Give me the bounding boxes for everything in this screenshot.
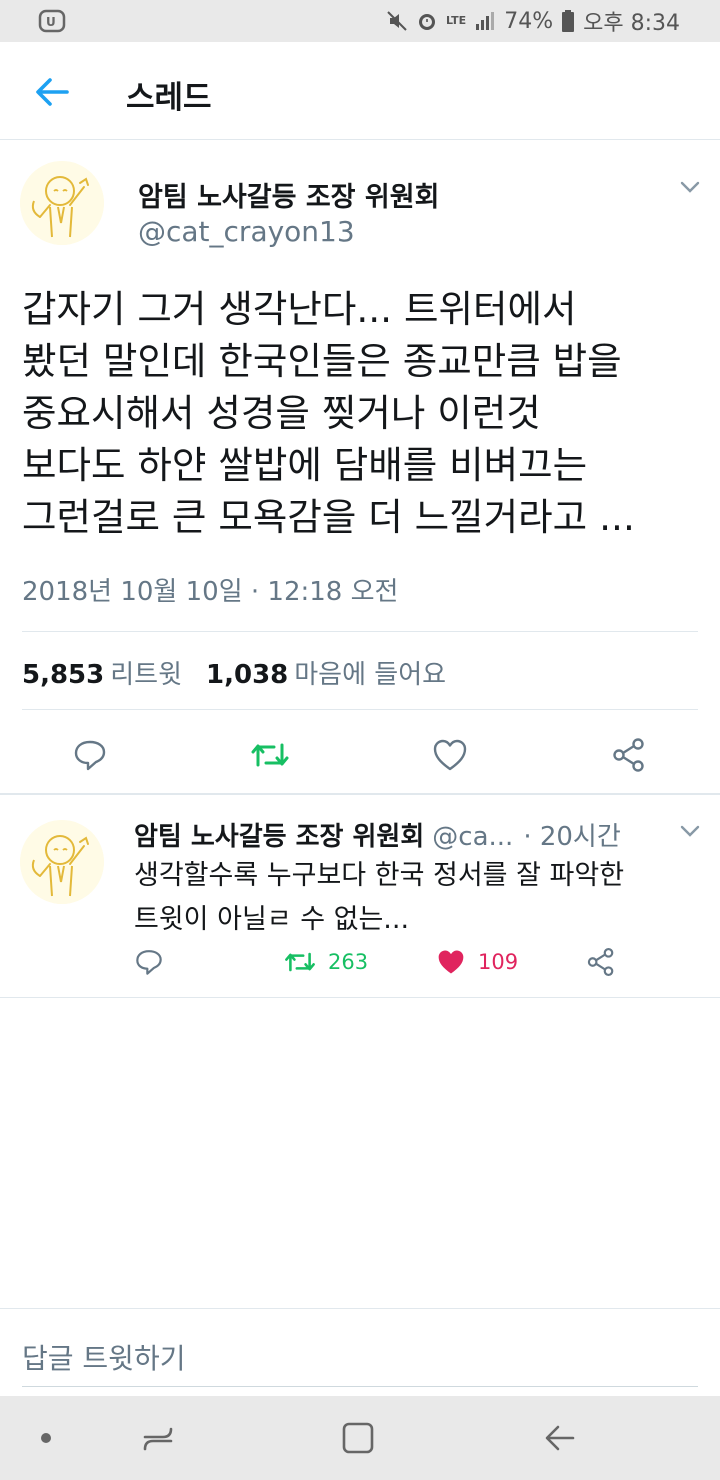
clock: 오후 8:34 bbox=[583, 11, 680, 36]
network-type: LTE bbox=[445, 14, 467, 27]
reply-header: 암팀 노사갈등 조장 위원회 @ca... · 20시간 bbox=[134, 816, 621, 853]
retweet-count: 263 bbox=[328, 950, 369, 974]
chevron-down-icon bbox=[680, 181, 700, 193]
retweet-button[interactable] bbox=[250, 735, 290, 775]
reply-button[interactable] bbox=[134, 942, 164, 982]
retweet-icon bbox=[251, 743, 289, 767]
app-logo-icon: U bbox=[38, 9, 66, 33]
tweet-actions bbox=[0, 721, 720, 793]
author-handle[interactable]: @ca... bbox=[432, 822, 513, 852]
status-bar: U LTE 74% 오후 8:34 bbox=[0, 0, 720, 42]
tweet-actions: 263 109 bbox=[0, 942, 720, 986]
reply-icon bbox=[74, 740, 106, 771]
arrow-left-icon bbox=[36, 78, 69, 106]
recent-apps-icon bbox=[143, 1427, 173, 1451]
home-icon bbox=[342, 1422, 374, 1454]
reply-icon bbox=[136, 950, 162, 975]
author-name[interactable]: 암팀 노사갈등 조장 위원회 bbox=[134, 816, 424, 853]
recent-apps-button[interactable] bbox=[136, 1416, 180, 1460]
retweet-label[interactable]: 리트윗 bbox=[110, 654, 182, 691]
page-title: 스레드 bbox=[126, 80, 212, 116]
share-button[interactable] bbox=[609, 735, 649, 775]
tweet-menu-button[interactable] bbox=[675, 816, 705, 846]
divider bbox=[22, 709, 698, 710]
svg-text:U: U bbox=[46, 15, 56, 29]
mute-icon bbox=[386, 10, 408, 32]
like-button[interactable] bbox=[430, 735, 470, 775]
tweet-menu-button[interactable] bbox=[675, 172, 705, 202]
chevron-down-icon bbox=[680, 825, 700, 837]
app-header: 스레드 bbox=[0, 42, 720, 140]
retweet-button[interactable]: 263 bbox=[284, 942, 368, 982]
home-button[interactable] bbox=[336, 1416, 380, 1460]
share-button[interactable] bbox=[586, 942, 616, 982]
share-icon bbox=[613, 738, 644, 772]
divider bbox=[0, 793, 720, 795]
share-icon bbox=[587, 948, 614, 976]
back-nav-button[interactable] bbox=[538, 1416, 582, 1460]
avatar[interactable] bbox=[20, 820, 104, 904]
signal-icon bbox=[474, 10, 496, 32]
tweet-timestamp: 2018년 10월 10일 · 12:18 오전 bbox=[22, 577, 399, 607]
retweet-count[interactable]: 5,853 bbox=[22, 660, 104, 690]
battery-percent: 74% bbox=[504, 8, 554, 34]
tweet-text: 갑자기 그거 생각난다... 트위터에서 봤던 말인데 한국인들은 종교만큼 밥… bbox=[22, 287, 635, 539]
heart-icon bbox=[433, 739, 467, 771]
reply-composer: 답글 트윗하기 bbox=[0, 1308, 720, 1396]
author-handle[interactable]: @cat_crayon13 bbox=[138, 215, 355, 248]
tweet-stats: 5,853 리트윗 1,038 마음에 들어요 bbox=[22, 654, 464, 691]
avatar[interactable] bbox=[20, 161, 104, 245]
like-count[interactable]: 1,038 bbox=[206, 660, 288, 690]
dot-icon[interactable] bbox=[24, 1416, 68, 1460]
like-button[interactable]: 109 bbox=[436, 942, 518, 982]
reply-time: · 20시간 bbox=[523, 822, 621, 852]
back-icon bbox=[545, 1425, 575, 1451]
system-nav-bar bbox=[0, 1396, 720, 1480]
divider bbox=[0, 997, 720, 998]
tweet-text: 생각할수록 누구보다 한국 정서를 잘 파악한 트윗이 아닐ㄹ 수 없는... bbox=[134, 860, 625, 935]
battery-icon bbox=[561, 9, 575, 33]
author-name[interactable]: 암팀 노사갈등 조장 위원회 bbox=[138, 175, 439, 214]
like-label[interactable]: 마음에 들어요 bbox=[294, 654, 446, 691]
back-button[interactable] bbox=[26, 66, 78, 118]
retweet-icon bbox=[285, 952, 315, 972]
reply-button[interactable] bbox=[70, 735, 110, 775]
heart-filled-icon bbox=[438, 950, 464, 974]
reply-tweet[interactable]: 암팀 노사갈등 조장 위원회 @ca... · 20시간 생각할수록 누구보다 … bbox=[0, 796, 720, 998]
alarm-icon bbox=[416, 10, 438, 32]
reply-input[interactable]: 답글 트윗하기 bbox=[22, 1327, 698, 1387]
divider bbox=[22, 631, 698, 632]
like-count: 109 bbox=[478, 950, 519, 974]
